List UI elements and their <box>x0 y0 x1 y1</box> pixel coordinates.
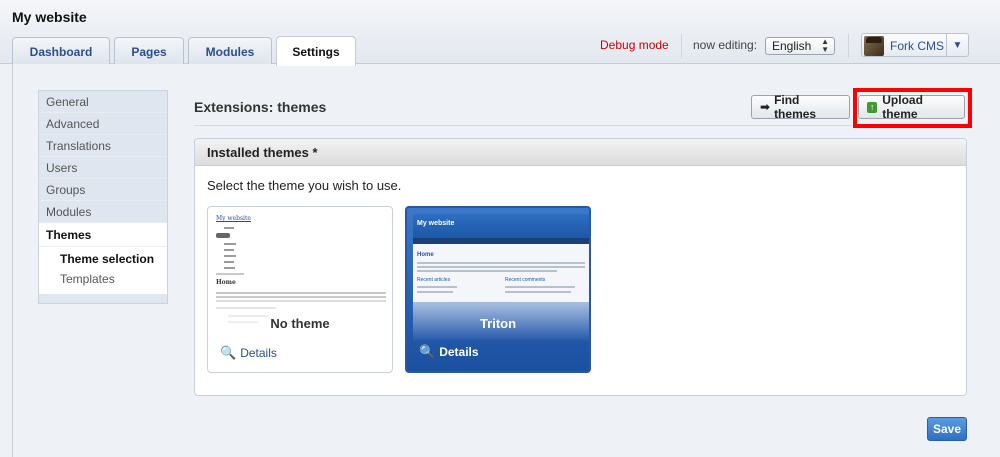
avatar <box>864 36 884 56</box>
preview-line <box>505 291 571 293</box>
installed-themes-panel: Installed themes * Select the theme you … <box>194 138 967 396</box>
details-label: Details <box>240 346 277 360</box>
preview-heading: Home <box>216 279 236 286</box>
magnifier-icon: 🔍 <box>419 344 436 359</box>
site-title[interactable]: My website <box>12 9 87 25</box>
theme-preview-body: Home Recent articles Recent comments <box>413 244 589 302</box>
theme-name: Triton <box>479 316 517 331</box>
arrow-right-icon: ➡ <box>760 100 771 114</box>
top-bar: My website Dashboard Pages Modules Setti… <box>0 0 1000 66</box>
preview-line <box>417 266 585 268</box>
upload-icon: ↑ <box>867 101 878 113</box>
divider <box>681 34 682 58</box>
preview-line <box>417 270 557 272</box>
preview-line <box>417 291 453 293</box>
preview-line <box>505 286 575 288</box>
preview-line <box>216 292 386 294</box>
language-select[interactable]: English ▲ ▼ <box>765 37 835 55</box>
preview-line <box>417 286 457 288</box>
preview-line <box>216 296 386 298</box>
magnifier-icon: 🔍 <box>220 345 237 360</box>
page-title: Extensions: themes <box>194 99 327 115</box>
preview-line <box>224 249 234 251</box>
settings-sidebar: General Advanced Translations Users Grou… <box>38 90 168 304</box>
sidebar-item-modules[interactable]: Modules <box>39 201 167 223</box>
sidebar-item-users[interactable]: Users <box>39 157 167 179</box>
sidebar-item-groups[interactable]: Groups <box>39 179 167 201</box>
theme-card-triton[interactable]: My website Home Recent articles Recent c… <box>405 206 591 373</box>
upload-theme-button[interactable]: ↑ Upload theme <box>858 93 965 121</box>
details-label: Details <box>439 345 479 359</box>
sidebar-item-general[interactable]: General <box>39 91 167 113</box>
debug-mode-indicator: Debug mode <box>600 38 669 52</box>
panel-instruction: Select the theme you wish to use. <box>207 178 402 193</box>
preview-line <box>224 243 236 245</box>
divider <box>194 125 967 126</box>
upload-theme-label: Upload theme <box>882 93 923 121</box>
tab-settings[interactable]: Settings <box>276 36 356 66</box>
themes-submenu: Theme selection Templates <box>39 247 167 294</box>
preview-line <box>417 262 585 264</box>
find-themes-button[interactable]: ➡ Find themes <box>751 93 850 121</box>
up-down-arrows-icon: ▲ ▼ <box>821 37 829 54</box>
save-button[interactable]: Save <box>927 417 967 441</box>
preview-line <box>224 267 235 269</box>
theme-details-link[interactable]: 🔍 Details <box>220 345 277 361</box>
tab-pages[interactable]: Pages <box>114 37 184 65</box>
sidebar-item-themes[interactable]: Themes <box>39 223 167 247</box>
preview-col2: Recent comments <box>505 277 546 283</box>
preview-line <box>216 300 386 302</box>
chevron-down-icon[interactable]: ▼ <box>946 34 968 56</box>
preview-line <box>216 273 244 275</box>
tab-dashboard[interactable]: Dashboard <box>12 37 110 65</box>
sidebar-subitem-templates[interactable]: Templates <box>39 269 167 289</box>
sidebar-item-advanced[interactable]: Advanced <box>39 113 167 135</box>
preview-line <box>216 233 230 238</box>
theme-preview: My website <box>216 215 251 222</box>
preview-line <box>216 307 276 309</box>
sidebar-subitem-theme-selection[interactable]: Theme selection <box>39 249 167 269</box>
panel-title: Installed themes * <box>195 139 966 166</box>
tab-modules[interactable]: Modules <box>188 37 272 65</box>
preview-line <box>224 255 236 257</box>
preview-line <box>224 261 234 263</box>
user-menu[interactable]: Fork CMS ▼ <box>861 33 969 57</box>
now-editing-label: now editing: <box>693 38 758 52</box>
preview-site-title: My website <box>216 215 251 222</box>
theme-name: No theme <box>270 316 330 331</box>
divider <box>848 34 849 58</box>
theme-preview-header: My website <box>413 214 589 238</box>
sidebar-item-translations[interactable]: Translations <box>39 135 167 157</box>
theme-details-link[interactable]: 🔍 Details <box>419 344 479 360</box>
user-name[interactable]: Fork CMS <box>890 39 944 53</box>
language-value: English <box>772 39 812 53</box>
theme-card-no-theme[interactable]: My website Home No theme 🔍 Details <box>207 206 393 373</box>
find-themes-label: Find themes <box>774 93 817 121</box>
preview-line <box>224 227 234 229</box>
preview-col1: Recent articles <box>417 277 451 283</box>
preview-heading: Home <box>417 252 434 258</box>
